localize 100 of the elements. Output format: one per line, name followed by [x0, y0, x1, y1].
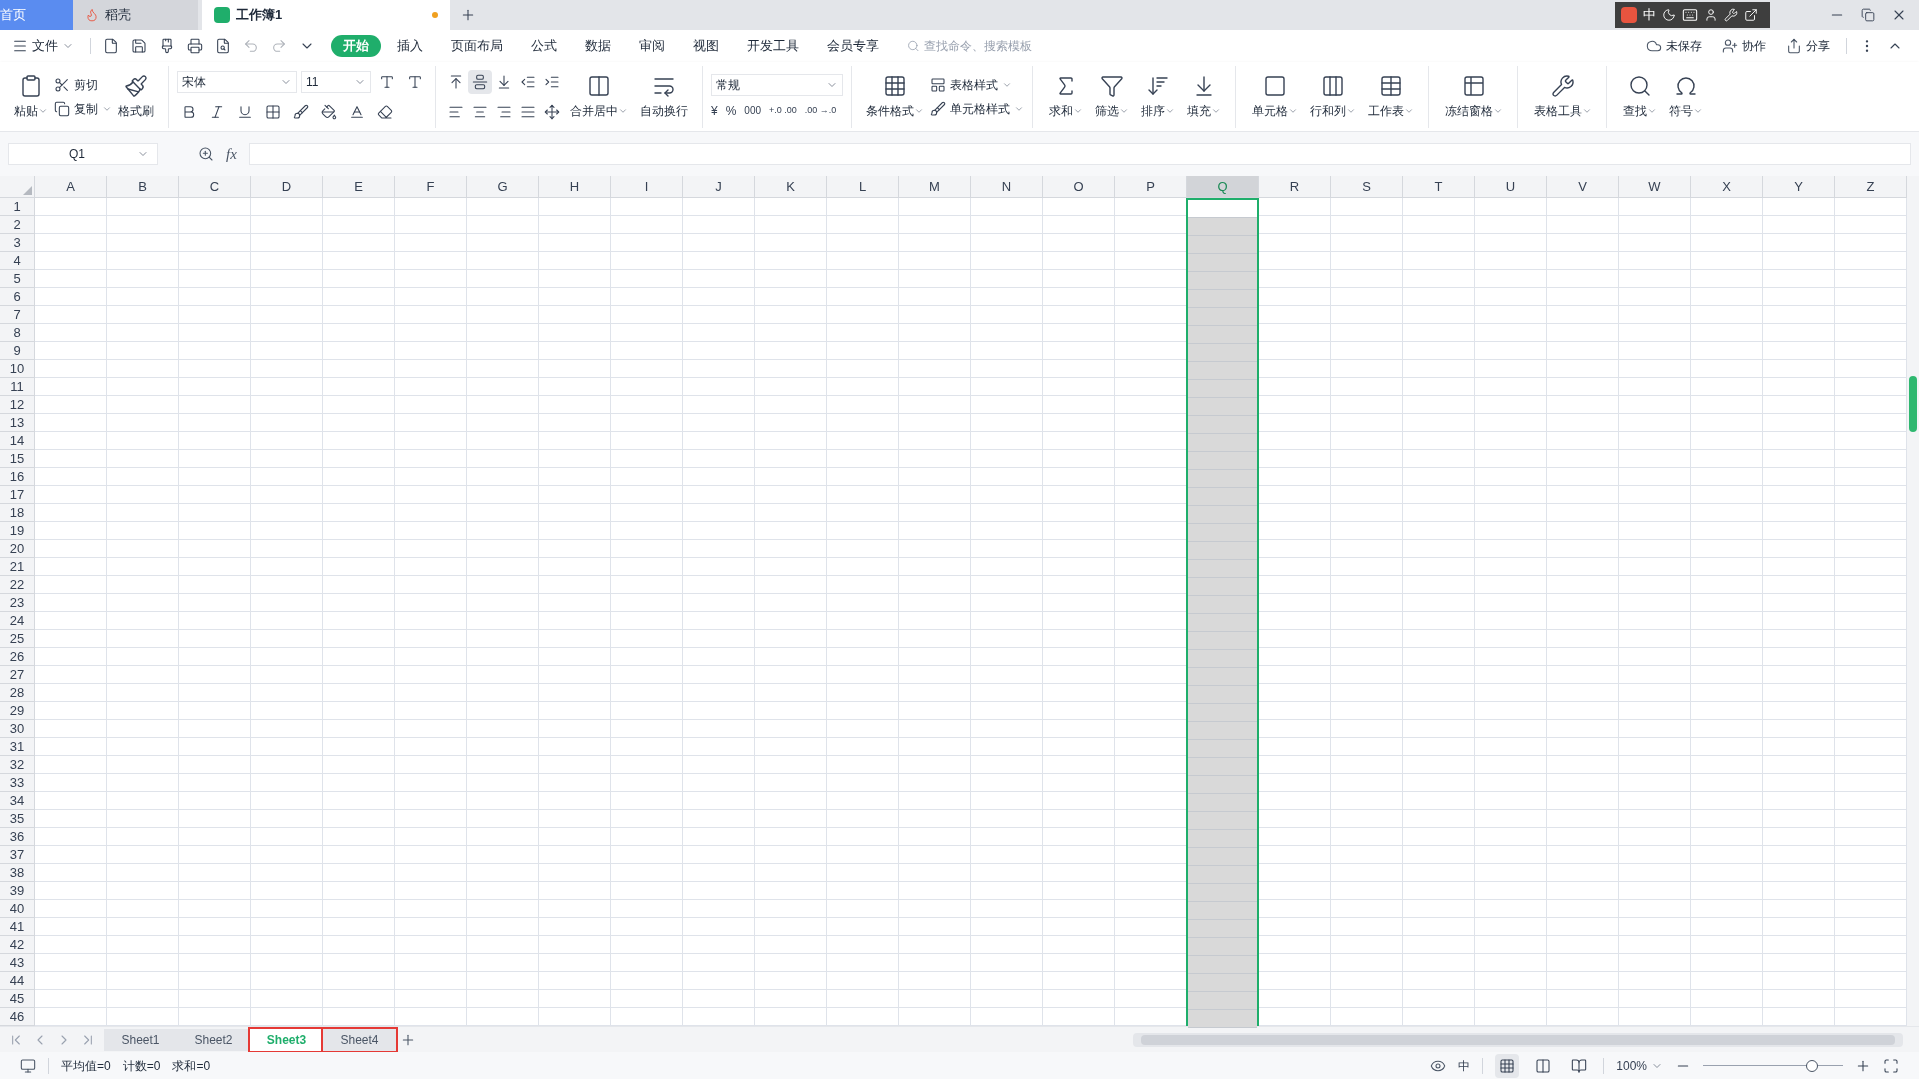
row-header[interactable]: 14: [0, 432, 35, 450]
toolbar-action[interactable]: 分享: [1778, 37, 1838, 55]
vertical-scrollbar[interactable]: [1907, 176, 1919, 1026]
column-header[interactable]: X: [1691, 176, 1763, 198]
selected-cell[interactable]: [1188, 668, 1257, 686]
selected-cell[interactable]: [1188, 578, 1257, 596]
row-header[interactable]: 11: [0, 378, 35, 396]
selected-cell[interactable]: [1188, 236, 1257, 254]
ribbon-tab[interactable]: 视图: [681, 35, 731, 57]
selected-cell[interactable]: [1188, 848, 1257, 866]
document-tab[interactable]: 稻壳: [73, 0, 198, 30]
cell-style-button[interactable]: 单元格样式: [930, 99, 1024, 118]
brush-icon[interactable]: [159, 38, 175, 54]
row-header[interactable]: 31: [0, 738, 35, 756]
row-header[interactable]: 13: [0, 414, 35, 432]
row-header[interactable]: 32: [0, 756, 35, 774]
selected-cell[interactable]: [1188, 884, 1257, 902]
formula-input[interactable]: [248, 143, 1911, 165]
row-header[interactable]: 2: [0, 216, 35, 234]
selected-cell[interactable]: [1188, 812, 1257, 830]
row-header[interactable]: 22: [0, 576, 35, 594]
italic-icon[interactable]: [209, 103, 225, 120]
merge-center-button[interactable]: 合并居中: [564, 65, 634, 128]
conditional-format-button[interactable]: 条件格式: [860, 65, 930, 128]
row-header[interactable]: 3: [0, 234, 35, 252]
row-header[interactable]: 29: [0, 702, 35, 720]
selected-cell[interactable]: [1188, 524, 1257, 542]
row-header[interactable]: 36: [0, 828, 35, 846]
row-header[interactable]: 18: [0, 504, 35, 522]
scrollbar-thumb[interactable]: [1141, 1034, 1895, 1045]
horizontal-scrollbar[interactable]: [1133, 1032, 1903, 1047]
column-header[interactable]: K: [755, 176, 827, 198]
row-header[interactable]: 7: [0, 306, 35, 324]
selected-cell[interactable]: [1188, 560, 1257, 578]
fill-color-icon[interactable]: [321, 103, 337, 120]
selected-cell[interactable]: [1188, 416, 1257, 434]
ribbon-tab[interactable]: 插入: [385, 35, 435, 57]
align-middle-icon[interactable]: [472, 73, 488, 90]
borders-icon[interactable]: [265, 103, 281, 120]
redo-icon[interactable]: [271, 38, 287, 54]
column-header[interactable]: R: [1259, 176, 1331, 198]
column-header[interactable]: P: [1115, 176, 1187, 198]
font-size-select[interactable]: 11: [301, 70, 371, 93]
align-top-icon[interactable]: [448, 73, 464, 90]
row-header[interactable]: 10: [0, 360, 35, 378]
font-color-icon[interactable]: [349, 103, 365, 120]
sheet-tab[interactable]: Sheet2: [177, 1028, 250, 1051]
row-header[interactable]: 41: [0, 918, 35, 936]
column-header[interactable]: E: [323, 176, 395, 198]
row-header[interactable]: 42: [0, 936, 35, 954]
selected-cell[interactable]: [1188, 326, 1257, 344]
row-header[interactable]: 23: [0, 594, 35, 612]
paste-button[interactable]: 粘贴: [8, 65, 54, 128]
toolbar-action[interactable]: 未保存: [1638, 37, 1710, 55]
selected-cell[interactable]: [1188, 218, 1257, 236]
selected-cell[interactable]: [1188, 632, 1257, 650]
zoom-icon[interactable]: [198, 146, 214, 162]
eraser-icon[interactable]: [377, 103, 393, 120]
column-header[interactable]: W: [1619, 176, 1691, 198]
ribbon-tab[interactable]: 开发工具: [735, 35, 811, 57]
bold-icon[interactable]: [181, 103, 197, 120]
ribbon-tab[interactable]: 审阅: [627, 35, 677, 57]
column-header[interactable]: G: [467, 176, 539, 198]
restore-icon[interactable]: [1861, 8, 1875, 22]
selected-cell[interactable]: [1188, 344, 1257, 362]
selected-cell[interactable]: [1188, 272, 1257, 290]
selected-cell[interactable]: [1188, 650, 1257, 668]
add-decimal-button[interactable]: +.0 .00: [769, 103, 797, 118]
selected-cell[interactable]: [1188, 542, 1257, 560]
selected-cell[interactable]: [1188, 380, 1257, 398]
monitor-icon[interactable]: [20, 1057, 36, 1074]
column-header[interactable]: L: [827, 176, 899, 198]
ribbon-button[interactable]: 筛选: [1089, 65, 1135, 128]
wrench-icon[interactable]: [1724, 8, 1738, 22]
row-header[interactable]: 39: [0, 882, 35, 900]
selected-cell[interactable]: [1188, 308, 1257, 326]
row-header[interactable]: 4: [0, 252, 35, 270]
row-header[interactable]: 12: [0, 396, 35, 414]
selected-cell[interactable]: [1188, 362, 1257, 380]
print-preview-icon[interactable]: [215, 38, 231, 54]
selected-cell[interactable]: [1188, 902, 1257, 920]
selected-cell[interactable]: [1188, 866, 1257, 884]
select-all-corner[interactable]: [0, 176, 35, 198]
row-header[interactable]: 20: [0, 540, 35, 558]
sheet-tab[interactable]: Sheet1: [104, 1028, 177, 1051]
selected-cell[interactable]: [1188, 758, 1257, 776]
row-header[interactable]: 35: [0, 810, 35, 828]
column-header[interactable]: C: [179, 176, 251, 198]
column-header[interactable]: M: [899, 176, 971, 198]
column-header[interactable]: A: [35, 176, 107, 198]
external-link-icon[interactable]: [1744, 8, 1758, 22]
column-header[interactable]: I: [611, 176, 683, 198]
selected-cell[interactable]: [1188, 1010, 1257, 1028]
keyboard-icon[interactable]: [1682, 7, 1698, 23]
underline-icon[interactable]: [237, 103, 253, 120]
column-header[interactable]: N: [971, 176, 1043, 198]
column-header[interactable]: T: [1403, 176, 1475, 198]
currency-button[interactable]: ¥: [711, 101, 718, 120]
row-header[interactable]: 28: [0, 684, 35, 702]
ribbon-button[interactable]: 排序: [1135, 65, 1181, 128]
